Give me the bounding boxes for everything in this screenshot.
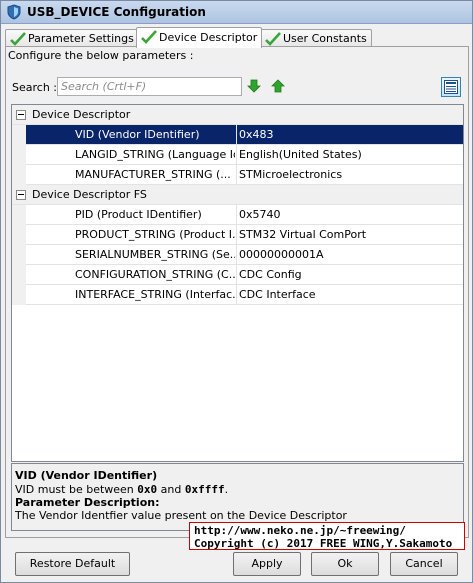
property-value[interactable]: CDC Config [239, 268, 457, 281]
property-value[interactable]: English(United States) [239, 148, 457, 161]
row-gutter [12, 165, 26, 185]
list-view-icon [444, 80, 458, 94]
property-row-langid[interactable]: LANGID_STRING (Language Id... English(Un… [12, 145, 463, 165]
tab-device-descriptor[interactable]: Device Descriptor [136, 27, 263, 48]
column-splitter [236, 265, 237, 285]
range-suffix: . [224, 483, 229, 496]
row-gutter [12, 245, 26, 265]
arrow-down-icon[interactable] [247, 79, 261, 93]
category-label: Device Descriptor FS [32, 188, 147, 201]
row-gutter [12, 285, 26, 305]
title-bar: USB_DEVICE Configuration [1, 1, 472, 24]
collapse-icon[interactable] [16, 110, 26, 120]
category-label: Device Descriptor [32, 108, 131, 121]
property-row-manufacturer[interactable]: MANUFACTURER_STRING (... STMicroelectron… [12, 165, 463, 185]
row-gutter [12, 265, 26, 285]
column-splitter [236, 245, 237, 265]
property-name: MANUFACTURER_STRING (... [75, 168, 231, 181]
column-splitter [236, 225, 237, 245]
property-row-pid[interactable]: PID (Product IDentifier) 0x5740 [12, 205, 463, 225]
range-and: and [157, 483, 185, 496]
column-splitter [236, 205, 237, 225]
property-value[interactable]: 0x483 [239, 128, 457, 141]
property-name: CONFIGURATION_STRING (C... [75, 268, 235, 281]
collapse-icon[interactable] [16, 190, 26, 200]
property-name: LANGID_STRING (Language Id... [75, 148, 235, 161]
property-row-vid[interactable]: VID (Vendor IDentifier) 0x483 [12, 125, 463, 145]
search-input[interactable] [57, 77, 242, 96]
category-device-descriptor-fs[interactable]: Device Descriptor FS [12, 185, 463, 205]
property-row-interface[interactable]: INTERFACE_STRING (Interfac... CDC Interf… [12, 285, 463, 305]
property-name: PID (Product IDentifier) [75, 208, 202, 221]
property-name: VID (Vendor IDentifier) [75, 128, 200, 141]
column-splitter [236, 165, 237, 185]
parameter-description-heading: Parameter Description: [15, 496, 160, 509]
property-name: INTERFACE_STRING (Interfac... [75, 288, 235, 301]
arrow-up-icon[interactable] [271, 79, 285, 93]
property-value[interactable]: 00000000001A [239, 248, 457, 261]
range-min: 0x0 [137, 483, 158, 496]
watermark-copyright: Copyright (c) 2017 FREE WING,Y.Sakamoto [194, 537, 453, 550]
column-splitter [236, 285, 237, 305]
range-prefix: VID must be between [15, 483, 138, 496]
property-row-configuration[interactable]: CONFIGURATION_STRING (C... CDC Config [12, 265, 463, 285]
apply-button[interactable]: Apply [233, 552, 301, 576]
property-row-product-string[interactable]: PRODUCT_STRING (Product I... STM32 Virtu… [12, 225, 463, 245]
tab-user-constants[interactable]: User Constants [260, 29, 372, 47]
configure-label: Configure the below parameters : [8, 49, 194, 62]
category-device-descriptor[interactable]: Device Descriptor [12, 105, 463, 125]
property-value[interactable]: STMicroelectronics [239, 168, 457, 181]
tab-parameter-settings[interactable]: Parameter Settings [5, 29, 139, 47]
property-value[interactable]: CDC Interface [239, 288, 457, 301]
check-icon [10, 32, 26, 46]
property-name: SERIALNUMBER_STRING (Se... [75, 248, 235, 261]
tab-label: Device Descriptor [159, 31, 258, 44]
range-max: 0xffff [184, 483, 225, 496]
property-row-serialnumber[interactable]: SERIALNUMBER_STRING (Se... 00000000001A [12, 245, 463, 265]
list-view-button[interactable] [441, 77, 461, 97]
row-gutter [12, 205, 26, 225]
check-icon [141, 30, 157, 44]
watermark-box: http://www.neko.ne.jp/~freewing/ Copyrig… [189, 522, 465, 550]
row-gutter [12, 225, 26, 245]
check-icon [265, 32, 281, 46]
property-name: PRODUCT_STRING (Product I... [75, 228, 235, 241]
description-title: VID (Vendor IDentifier) [15, 469, 158, 482]
cancel-button[interactable]: Cancel [390, 552, 458, 576]
search-label: Search : [12, 81, 57, 94]
description-panel: VID (Vendor IDentifier) VID must be betw… [11, 463, 464, 531]
ok-button[interactable]: Ok [311, 552, 379, 576]
tab-strip: Parameter Settings Device Descriptor Use… [5, 27, 471, 48]
property-value[interactable]: STM32 Virtual ComPort [239, 228, 457, 241]
tab-label: Parameter Settings [28, 32, 134, 45]
tab-label: User Constants [283, 32, 367, 45]
column-splitter [236, 145, 237, 165]
property-value[interactable]: 0x5740 [239, 208, 457, 221]
parameter-description-text: The Vendor Identfier value present on th… [15, 509, 347, 522]
description-range: VID must be between 0x0 and 0xffff. [15, 483, 228, 496]
window-title: USB_DEVICE Configuration [27, 5, 206, 19]
shield-icon [7, 4, 21, 20]
restore-default-button[interactable]: Restore Default [15, 552, 130, 576]
row-gutter [12, 145, 26, 165]
property-grid: Device Descriptor VID (Vendor IDentifier… [11, 104, 464, 462]
watermark-url: http://www.neko.ne.jp/~freewing/ [194, 524, 406, 537]
column-splitter [236, 125, 237, 145]
config-window: USB_DEVICE Configuration Parameter Setti… [0, 0, 473, 583]
row-gutter [12, 125, 26, 145]
